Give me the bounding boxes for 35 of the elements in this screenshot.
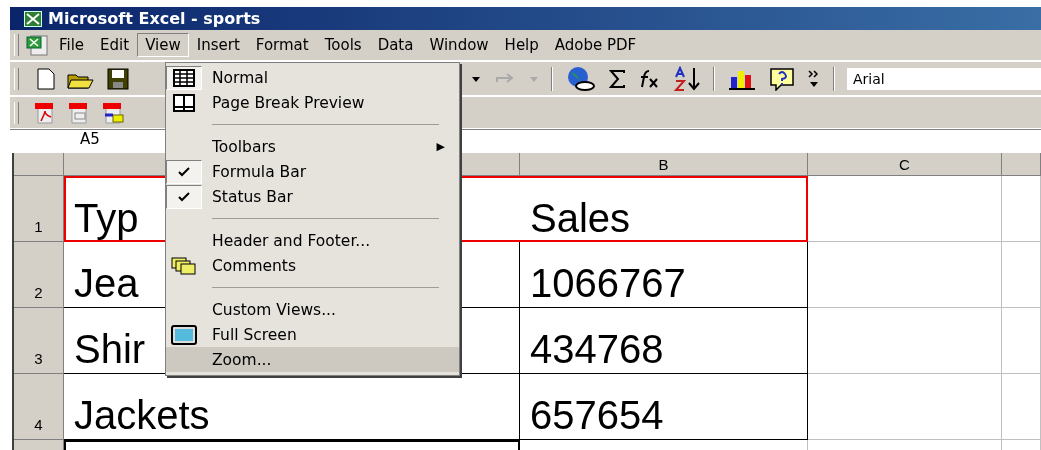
menu-item[interactable]: View bbox=[137, 33, 189, 57]
table-cell-text: Shir bbox=[74, 326, 146, 373]
menu-option[interactable]: Full Screen bbox=[166, 322, 459, 347]
table-cell-text: Jackets bbox=[74, 392, 210, 439]
menu-option[interactable]: Zoom... bbox=[166, 347, 459, 372]
row-header[interactable]: 1 bbox=[14, 176, 64, 242]
table-cell-text: 1066767 bbox=[530, 260, 686, 307]
menu-item[interactable]: Insert bbox=[188, 33, 248, 57]
table-cell-text: Sales bbox=[530, 195, 631, 242]
menu-item[interactable]: Edit bbox=[92, 33, 138, 57]
table-cell-text: Jea bbox=[74, 260, 139, 307]
menu-option[interactable]: Page Break Preview bbox=[166, 90, 459, 115]
menu-item[interactable]: Adobe PDF bbox=[546, 33, 645, 57]
row-header[interactable]: 2 bbox=[14, 242, 64, 308]
menu-item[interactable]: Format bbox=[247, 33, 317, 57]
column-header[interactable]: B bbox=[520, 153, 808, 176]
row-header[interactable]: 3 bbox=[14, 308, 64, 374]
menu-option[interactable]: Comments bbox=[166, 253, 459, 278]
menu-option[interactable]: Header and Footer... bbox=[166, 228, 459, 253]
menu-item[interactable]: Data bbox=[369, 33, 422, 57]
menu-item[interactable]: Tools bbox=[316, 33, 370, 57]
column-header[interactable]: C bbox=[808, 153, 1002, 176]
menu-option[interactable]: Status Bar bbox=[166, 184, 459, 209]
menu-option[interactable]: Custom Views... bbox=[166, 297, 459, 322]
window-title: Microsoft Excel - sports bbox=[48, 9, 261, 28]
menu-option[interactable]: Formula Bar bbox=[166, 159, 459, 184]
table-cell-text: Typ bbox=[74, 195, 139, 242]
font-field[interactable]: Arial bbox=[847, 67, 1041, 90]
menu-item[interactable]: Window bbox=[421, 33, 497, 57]
table-cell-text: 657654 bbox=[530, 392, 664, 439]
row-header[interactable]: 4 bbox=[14, 374, 64, 440]
menu-option[interactable]: Normal bbox=[166, 65, 459, 90]
menu-item[interactable]: Help bbox=[496, 33, 547, 57]
table-cell-text: 434768 bbox=[530, 326, 664, 373]
menu-item[interactable]: File bbox=[51, 33, 93, 57]
